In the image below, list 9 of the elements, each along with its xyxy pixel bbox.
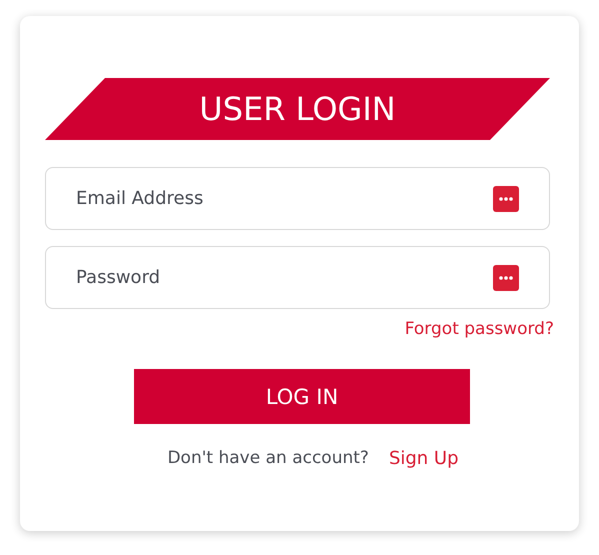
login-button[interactable]: LOG IN — [134, 369, 470, 424]
signup-prompt: Don't have an account? — [167, 448, 369, 469]
more-icon — [493, 265, 519, 291]
sign-up-link[interactable]: Sign Up — [388, 448, 459, 469]
input-field[interactable]: Email Address — [45, 167, 550, 230]
more-icon — [493, 186, 519, 212]
forgot-password-link[interactable]: Forgot password? — [404, 319, 554, 339]
input-field[interactable]: Password — [45, 246, 550, 309]
title-banner: USER LOGIN — [45, 78, 550, 140]
